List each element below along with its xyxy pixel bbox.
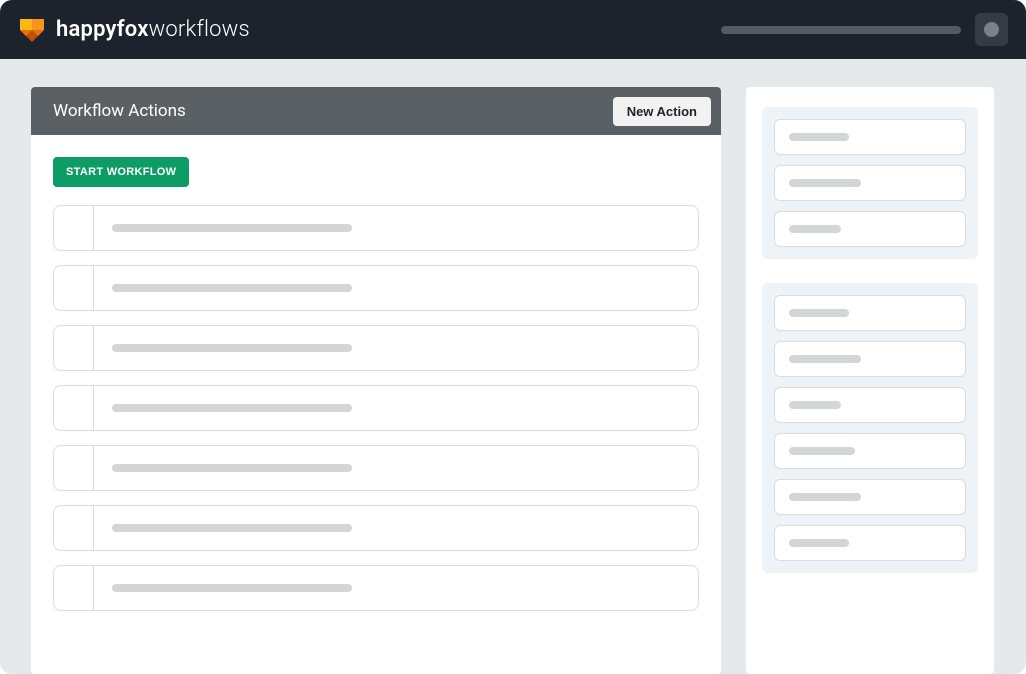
side-panel [746, 87, 994, 674]
drag-handle-icon[interactable] [54, 266, 94, 310]
action-row[interactable] [53, 385, 699, 431]
side-item[interactable] [774, 387, 966, 423]
main-panel: Workflow Actions New Action START WORKFL… [31, 87, 721, 674]
avatar[interactable] [975, 13, 1008, 46]
side-item[interactable] [774, 341, 966, 377]
topbar-right [721, 13, 1008, 46]
action-content [94, 386, 698, 430]
side-skeleton [789, 493, 861, 501]
side-skeleton [789, 355, 861, 363]
brand: happyfoxworkflows [18, 16, 250, 44]
brand-logo-icon [18, 16, 46, 44]
action-row[interactable] [53, 265, 699, 311]
action-skeleton [112, 584, 352, 592]
side-skeleton [789, 447, 855, 455]
action-skeleton [112, 344, 352, 352]
side-item[interactable] [774, 211, 966, 247]
side-skeleton [789, 401, 841, 409]
action-content [94, 506, 698, 550]
side-item[interactable] [774, 295, 966, 331]
action-skeleton [112, 464, 352, 472]
action-row[interactable] [53, 325, 699, 371]
action-content [94, 206, 698, 250]
action-content [94, 566, 698, 610]
drag-handle-icon[interactable] [54, 446, 94, 490]
side-item[interactable] [774, 525, 966, 561]
drag-handle-icon[interactable] [54, 206, 94, 250]
action-content [94, 326, 698, 370]
topbar: happyfoxworkflows [0, 0, 1026, 59]
side-item[interactable] [774, 119, 966, 155]
action-skeleton [112, 224, 352, 232]
side-group [762, 283, 978, 573]
panel-body: START WORKFLOW [31, 135, 721, 674]
side-item[interactable] [774, 165, 966, 201]
action-content [94, 266, 698, 310]
start-workflow-button[interactable]: START WORKFLOW [53, 157, 189, 187]
panel-header: Workflow Actions New Action [31, 87, 721, 135]
action-row[interactable] [53, 565, 699, 611]
drag-handle-icon[interactable] [54, 326, 94, 370]
action-content [94, 446, 698, 490]
action-row[interactable] [53, 505, 699, 551]
brand-name: happyfoxworkflows [56, 17, 250, 42]
drag-handle-icon[interactable] [54, 566, 94, 610]
action-row[interactable] [53, 445, 699, 491]
drag-handle-icon[interactable] [54, 506, 94, 550]
side-group [762, 107, 978, 259]
side-skeleton [789, 309, 849, 317]
panel-title: Workflow Actions [53, 101, 186, 121]
app-frame: happyfoxworkflows Workflow Actions New A… [0, 0, 1026, 674]
avatar-dot-icon [984, 22, 999, 37]
content: Workflow Actions New Action START WORKFL… [0, 59, 1026, 674]
action-skeleton [112, 284, 352, 292]
side-skeleton [789, 539, 849, 547]
action-row[interactable] [53, 205, 699, 251]
action-skeleton [112, 524, 352, 532]
side-item[interactable] [774, 433, 966, 469]
drag-handle-icon[interactable] [54, 386, 94, 430]
new-action-button[interactable]: New Action [613, 97, 711, 126]
action-skeleton [112, 404, 352, 412]
search-skeleton [721, 26, 961, 34]
side-item[interactable] [774, 479, 966, 515]
side-skeleton [789, 133, 849, 141]
side-skeleton [789, 179, 861, 187]
side-skeleton [789, 225, 841, 233]
